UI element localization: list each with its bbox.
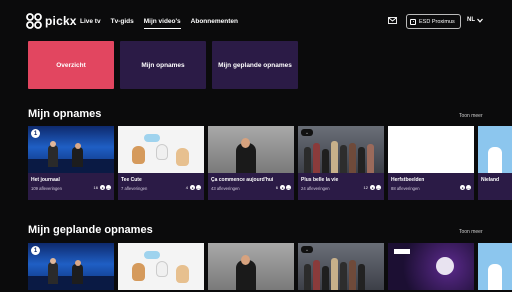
card-badges: ● … [460, 185, 471, 190]
thumbnail [208, 126, 294, 173]
card-badges: 6 ● … [276, 185, 291, 190]
record-icon: ● [370, 185, 375, 190]
tile-mijn-opnames[interactable]: Mijn opnames [120, 41, 206, 89]
tile-overzicht[interactable]: Overzicht [28, 41, 114, 89]
badge-count: 16 [93, 185, 98, 190]
scheduled-row: 1 + [28, 243, 512, 290]
card-subtitle: 88 afleveringen [391, 186, 420, 191]
show-more-link[interactable]: Toon meer [459, 113, 483, 119]
record-icon: ● [100, 185, 105, 190]
section-title-mijn-geplande-opnames: Mijn geplande opnames [28, 224, 153, 236]
more-icon[interactable]: … [376, 185, 381, 190]
record-icon: ● [460, 185, 465, 190]
card-title: Herfstbeelden [391, 177, 425, 183]
recording-card[interactable]: Ça commence aujourd'hui 43 afleveringen … [208, 126, 294, 200]
thumbnail: 1 [28, 126, 114, 173]
recording-card[interactable]: + Plus belle la vie 24 afleveringen 12 ●… [298, 126, 384, 200]
recording-card[interactable]: 1 Het journaal 109 afleveringen 16 ● … [28, 126, 114, 200]
thumbnail [118, 126, 204, 173]
scheduled-card[interactable] [388, 243, 474, 290]
chevron-down-icon [477, 18, 483, 23]
card-title: Ça commence aujourd'hui [211, 177, 274, 183]
recordings-row: 1 Het journaal 109 afleveringen 16 ● … T… [28, 126, 512, 200]
scheduled-card[interactable]: 1 [28, 243, 114, 290]
header: pickx Live tv Tv-gids Mijn video's Abonn… [0, 0, 512, 40]
card-badges: 16 ● … [94, 185, 111, 190]
badge-count: 6 [275, 185, 278, 190]
thumbnail [208, 243, 294, 290]
more-icon[interactable]: … [196, 185, 201, 190]
more-icon[interactable]: … [466, 185, 471, 190]
app: pickx Live tv Tv-gids Mijn video's Abonn… [0, 0, 512, 292]
recording-card[interactable]: Herfstbeelden 88 afleveringen ● … [388, 126, 474, 200]
show-more-link[interactable]: Toon meer [459, 229, 483, 235]
card-badges: 12 ● … [364, 185, 381, 190]
main-nav: Live tv Tv-gids Mijn video's Abonnemente… [80, 18, 238, 29]
card-subtitle: 7 afleveringen [121, 186, 148, 191]
brand-logo[interactable]: pickx [26, 13, 77, 29]
card-subtitle: 109 afleveringen [31, 186, 62, 191]
scheduled-card[interactable] [118, 243, 204, 290]
card-title: Het journaal [31, 177, 60, 183]
channel-logo-icon: + [301, 129, 313, 136]
thumbnail: + [298, 126, 384, 173]
language-selector[interactable]: NL [467, 17, 483, 23]
account-label: ESD Proximus [419, 18, 455, 25]
thumbnail [478, 243, 512, 290]
account-button[interactable]: ESD Proximus [406, 14, 461, 29]
thumbnail [388, 126, 474, 173]
brand-name: pickx [45, 14, 77, 28]
card-subtitle: 24 afleveringen [301, 186, 330, 191]
pickx-logo-icon [26, 13, 42, 29]
badge-count: 4 [185, 185, 188, 190]
card-subtitle: 43 afleveringen [211, 186, 240, 191]
mail-icon[interactable] [388, 17, 397, 24]
record-icon: ● [280, 185, 285, 190]
thumbnail [478, 126, 512, 173]
card-badges: 4 ● … [186, 185, 201, 190]
record-icon: ● [190, 185, 195, 190]
thumbnail [388, 243, 474, 290]
nav-tv-gids[interactable]: Tv-gids [111, 18, 134, 29]
recording-card[interactable]: Tee Cute 7 afleveringen 4 ● … [118, 126, 204, 200]
channel-logo-icon: 1 [31, 246, 40, 255]
channel-logo-icon: 1 [31, 129, 40, 138]
category-tiles: Overzicht Mijn opnames Mijn geplande opn… [28, 41, 298, 89]
section-title-mijn-opnames: Mijn opnames [28, 108, 102, 120]
card-title: Tee Cute [121, 177, 142, 183]
more-icon[interactable]: … [286, 185, 291, 190]
more-icon[interactable]: … [106, 185, 111, 190]
scheduled-card[interactable] [208, 243, 294, 290]
card-title: Nieland [481, 177, 500, 183]
tile-mijn-geplande-opnames[interactable]: Mijn geplande opnames [212, 41, 298, 89]
card-title: Plus belle la vie [301, 177, 339, 183]
nav-mijn-videos[interactable]: Mijn video's [143, 18, 181, 29]
thumbnail: 1 [28, 243, 114, 290]
nav-abonnementen[interactable]: Abonnementen [191, 18, 238, 29]
thumbnail [118, 243, 204, 290]
user-icon [410, 18, 416, 25]
channel-logo-icon: + [301, 246, 313, 253]
language-label: NL [467, 17, 475, 23]
scheduled-card[interactable] [478, 243, 512, 290]
badge-count: 12 [363, 185, 368, 190]
thumbnail: + [298, 243, 384, 290]
nav-live-tv[interactable]: Live tv [80, 18, 101, 29]
recording-card[interactable]: Nieland [478, 126, 512, 200]
scheduled-card[interactable]: + [298, 243, 384, 290]
